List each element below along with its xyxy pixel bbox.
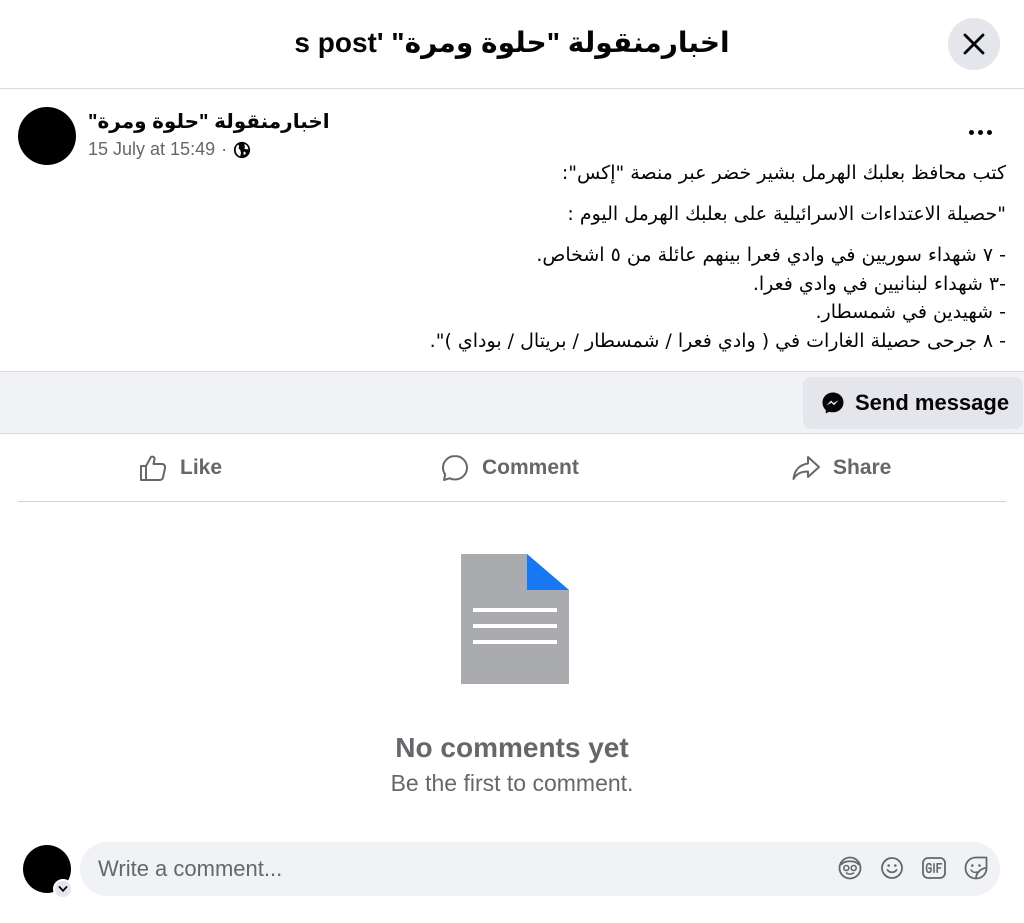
post-line: - ٨ جرحى حصيلة الغارات في ( وادي فعرا / … bbox=[429, 329, 1006, 352]
close-icon bbox=[963, 33, 985, 55]
message-bar: Send message bbox=[0, 371, 1024, 434]
sticker-icon[interactable] bbox=[962, 854, 990, 882]
dialog-header: اخبارمنقولة "حلوة ومرة" 's post bbox=[0, 0, 1024, 89]
messenger-icon bbox=[822, 392, 844, 414]
post-options-button[interactable] bbox=[960, 117, 1000, 147]
send-message-label: Send message bbox=[855, 390, 1010, 415]
empty-subtitle: Be the first to comment. bbox=[390, 770, 634, 796]
comment-label: Comment bbox=[482, 456, 579, 479]
emoji-icon[interactable] bbox=[878, 854, 906, 882]
profile-switch-button[interactable] bbox=[53, 879, 73, 899]
share-label: Share bbox=[833, 456, 892, 479]
post-meta: 15 July at 15:49 · bbox=[88, 139, 251, 160]
post-actions: Like Comment Share bbox=[18, 434, 1006, 502]
like-label: Like bbox=[180, 456, 223, 479]
comment-composer bbox=[0, 840, 1024, 923]
close-button[interactable] bbox=[948, 18, 1000, 70]
send-message-button[interactable]: Send message bbox=[803, 377, 1023, 429]
post-line: - ٧ شهداء سوريين في وادي فعرا بينهم عائل… bbox=[536, 244, 1006, 266]
chevron-down-icon bbox=[58, 886, 68, 893]
dialog-title: اخبارمنقولة "حلوة ومرة" 's post bbox=[294, 27, 730, 58]
comment-button[interactable]: Comment bbox=[440, 434, 579, 502]
thumbs-up-icon bbox=[140, 455, 167, 481]
more-dot-icon bbox=[977, 129, 983, 135]
share-button[interactable]: Share bbox=[791, 434, 891, 502]
post-paragraph: "حصيلة الاعتداءات الاسرائيلية على بعلبك … bbox=[567, 203, 1006, 225]
post-timestamp[interactable]: 15 July at 15:49 bbox=[88, 139, 215, 160]
empty-title: No comments yet bbox=[395, 732, 629, 763]
post-body: كتب محافظ بعلبك الهرمل بشير خضر عبر منصة… bbox=[246, 159, 1006, 355]
meta-separator: · bbox=[221, 139, 228, 159]
like-button[interactable]: Like bbox=[138, 434, 222, 502]
share-icon bbox=[792, 456, 820, 480]
gif-icon[interactable] bbox=[920, 854, 948, 882]
post-paragraph: كتب محافظ بعلبك الهرمل بشير خضر عبر منصة… bbox=[561, 162, 1006, 184]
composer-tools bbox=[836, 854, 990, 882]
author-name[interactable]: اخبارمنقولة "حلوة ومرة" bbox=[88, 109, 330, 134]
post-line: -٣ شهداء لبنانيين في وادي فعرا. bbox=[752, 272, 1006, 295]
comment-icon bbox=[442, 455, 468, 481]
author-avatar[interactable] bbox=[18, 107, 76, 165]
more-dot-icon bbox=[968, 129, 974, 135]
post-line: - شهيدين في شمسطار. bbox=[815, 301, 1006, 323]
more-dot-icon bbox=[986, 129, 992, 135]
document-icon bbox=[461, 554, 569, 684]
globe-icon[interactable] bbox=[233, 141, 251, 159]
avatar-sticker-icon[interactable] bbox=[836, 854, 864, 882]
